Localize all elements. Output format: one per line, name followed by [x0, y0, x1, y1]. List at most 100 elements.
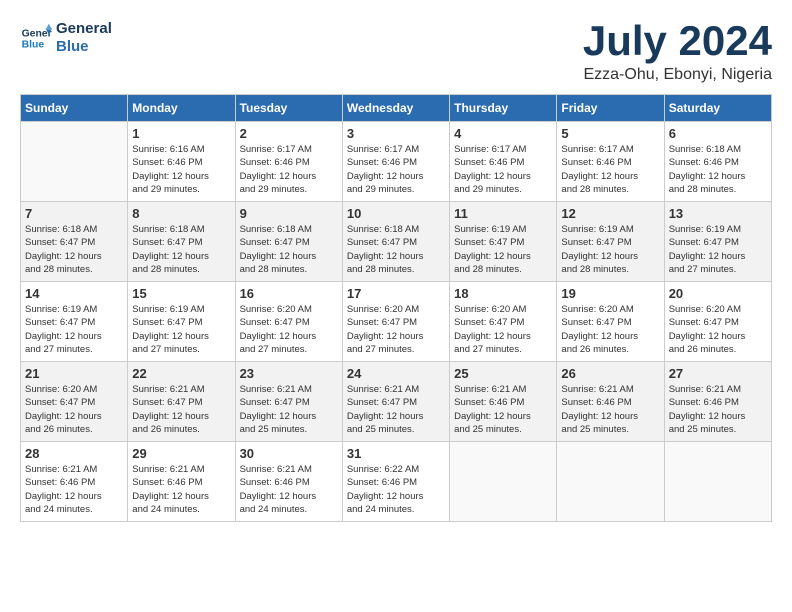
day-number: 27: [669, 366, 767, 381]
day-info: Sunrise: 6:19 AMSunset: 6:47 PMDaylight:…: [25, 303, 123, 356]
calendar-cell: 30Sunrise: 6:21 AMSunset: 6:46 PMDayligh…: [235, 442, 342, 522]
calendar-cell: 6Sunrise: 6:18 AMSunset: 6:46 PMDaylight…: [664, 122, 771, 202]
day-number: 16: [240, 286, 338, 301]
calendar-cell: 17 Sunrise: 6:20 AMSunset: 6:47 PMDayligh…: [342, 282, 449, 362]
calendar-cell: 20 Sunrise: 6:20 AMSunset: 6:47 PMDayligh…: [664, 282, 771, 362]
day-info: Sunrise: 6:21 AMSunset: 6:47 PMDaylight:…: [347, 383, 445, 436]
day-number: 30: [240, 446, 338, 461]
weekday-header-monday: Monday: [128, 95, 235, 122]
day-info: Sunrise: 6:20 AMSunset: 6:47 PMDaylight:…: [561, 303, 659, 356]
weekday-header-tuesday: Tuesday: [235, 95, 342, 122]
calendar-cell: 4Sunrise: 6:17 AMSunset: 6:46 PMDaylight…: [450, 122, 557, 202]
logo-line2: Blue: [56, 38, 112, 56]
day-number: 18: [454, 286, 552, 301]
calendar-cell: [21, 122, 128, 202]
calendar-cell: 27 Sunrise: 6:21 AMSunset: 6:46 PMDayligh…: [664, 362, 771, 442]
calendar-cell: 2Sunrise: 6:17 AMSunset: 6:46 PMDaylight…: [235, 122, 342, 202]
day-info: Sunrise: 6:20 AMSunset: 6:47 PMDaylight:…: [240, 303, 338, 356]
calendar-row-4: 28 Sunrise: 6:21 AMSunset: 6:46 PMDayligh…: [21, 442, 772, 522]
day-info: Sunrise: 6:16 AMSunset: 6:46 PMDaylight:…: [132, 143, 230, 196]
weekday-header-row: SundayMondayTuesdayWednesdayThursdayFrid…: [21, 95, 772, 122]
calendar-table: SundayMondayTuesdayWednesdayThursdayFrid…: [20, 94, 772, 522]
day-number: 20: [669, 286, 767, 301]
calendar-cell: 9Sunrise: 6:18 AMSunset: 6:47 PMDaylight…: [235, 202, 342, 282]
day-info: Sunrise: 6:20 AMSunset: 6:47 PMDaylight:…: [669, 303, 767, 356]
calendar-cell: 7 Sunrise: 6:18 AMSunset: 6:47 PMDaylight…: [21, 202, 128, 282]
day-number: 7: [25, 206, 123, 221]
calendar-cell: 11 Sunrise: 6:19 AMSunset: 6:47 PMDayligh…: [450, 202, 557, 282]
calendar-cell: [557, 442, 664, 522]
calendar-cell: [450, 442, 557, 522]
day-info: Sunrise: 6:19 AMSunset: 6:47 PMDaylight:…: [561, 223, 659, 276]
day-info: Sunrise: 6:21 AMSunset: 6:46 PMDaylight:…: [561, 383, 659, 436]
calendar-cell: 21 Sunrise: 6:20 AMSunset: 6:47 PMDayligh…: [21, 362, 128, 442]
calendar-cell: 18 Sunrise: 6:20 AMSunset: 6:47 PMDayligh…: [450, 282, 557, 362]
day-info: Sunrise: 6:21 AMSunset: 6:46 PMDaylight:…: [25, 463, 123, 516]
day-info: Sunrise: 6:20 AMSunset: 6:47 PMDaylight:…: [347, 303, 445, 356]
day-number: 6: [669, 126, 767, 141]
day-number: 14: [25, 286, 123, 301]
calendar-cell: 10Sunrise: 6:18 AMSunset: 6:47 PMDayligh…: [342, 202, 449, 282]
day-info: Sunrise: 6:21 AMSunset: 6:46 PMDaylight:…: [454, 383, 552, 436]
calendar-row-2: 14 Sunrise: 6:19 AMSunset: 6:47 PMDayligh…: [21, 282, 772, 362]
header: General Blue General Blue July 2024 Ezza…: [20, 20, 772, 84]
day-info: Sunrise: 6:19 AMSunset: 6:47 PMDaylight:…: [669, 223, 767, 276]
calendar-cell: 3Sunrise: 6:17 AMSunset: 6:46 PMDaylight…: [342, 122, 449, 202]
day-info: Sunrise: 6:18 AMSunset: 6:47 PMDaylight:…: [25, 223, 123, 276]
day-number: 22: [132, 366, 230, 381]
svg-text:Blue: Blue: [22, 40, 45, 51]
calendar-cell: 25Sunrise: 6:21 AMSunset: 6:46 PMDayligh…: [450, 362, 557, 442]
day-number: 21: [25, 366, 123, 381]
calendar-cell: 1 Sunrise: 6:16 AMSunset: 6:46 PMDaylight…: [128, 122, 235, 202]
calendar-cell: 15Sunrise: 6:19 AMSunset: 6:47 PMDayligh…: [128, 282, 235, 362]
calendar-cell: 12 Sunrise: 6:19 AMSunset: 6:47 PMDayligh…: [557, 202, 664, 282]
weekday-header-saturday: Saturday: [664, 95, 771, 122]
calendar-cell: 26 Sunrise: 6:21 AMSunset: 6:46 PMDayligh…: [557, 362, 664, 442]
calendar-cell: 8 Sunrise: 6:18 AMSunset: 6:47 PMDaylight…: [128, 202, 235, 282]
day-info: Sunrise: 6:18 AMSunset: 6:47 PMDaylight:…: [132, 223, 230, 276]
day-number: 11: [454, 206, 552, 221]
day-info: Sunrise: 6:21 AMSunset: 6:47 PMDaylight:…: [132, 383, 230, 436]
calendar-cell: 22 Sunrise: 6:21 AMSunset: 6:47 PMDayligh…: [128, 362, 235, 442]
day-number: 5: [561, 126, 659, 141]
day-info: Sunrise: 6:21 AMSunset: 6:46 PMDaylight:…: [669, 383, 767, 436]
day-info: Sunrise: 6:20 AMSunset: 6:47 PMDaylight:…: [454, 303, 552, 356]
day-number: 31: [347, 446, 445, 461]
weekday-header-friday: Friday: [557, 95, 664, 122]
day-number: 19: [561, 286, 659, 301]
day-number: 28: [25, 446, 123, 461]
day-number: 9: [240, 206, 338, 221]
day-number: 23: [240, 366, 338, 381]
day-number: 12: [561, 206, 659, 221]
calendar-cell: 19 Sunrise: 6:20 AMSunset: 6:47 PMDayligh…: [557, 282, 664, 362]
calendar-row-1: 7 Sunrise: 6:18 AMSunset: 6:47 PMDaylight…: [21, 202, 772, 282]
location-title: Ezza-Ohu, Ebonyi, Nigeria: [583, 66, 772, 84]
calendar-cell: 29Sunrise: 6:21 AMSunset: 6:46 PMDayligh…: [128, 442, 235, 522]
calendar-cell: 23 Sunrise: 6:21 AMSunset: 6:47 PMDayligh…: [235, 362, 342, 442]
day-number: 17: [347, 286, 445, 301]
day-number: 24: [347, 366, 445, 381]
day-info: Sunrise: 6:17 AMSunset: 6:46 PMDaylight:…: [240, 143, 338, 196]
day-info: Sunrise: 6:21 AMSunset: 6:46 PMDaylight:…: [132, 463, 230, 516]
calendar-cell: 28 Sunrise: 6:21 AMSunset: 6:46 PMDayligh…: [21, 442, 128, 522]
day-number: 3: [347, 126, 445, 141]
day-info: Sunrise: 6:17 AMSunset: 6:46 PMDaylight:…: [561, 143, 659, 196]
logo-text: General Blue: [56, 20, 112, 56]
day-info: Sunrise: 6:19 AMSunset: 6:47 PMDaylight:…: [132, 303, 230, 356]
day-number: 1: [132, 126, 230, 141]
calendar-cell: 24 Sunrise: 6:21 AMSunset: 6:47 PMDayligh…: [342, 362, 449, 442]
day-info: Sunrise: 6:19 AMSunset: 6:47 PMDaylight:…: [454, 223, 552, 276]
calendar-row-0: 1 Sunrise: 6:16 AMSunset: 6:46 PMDaylight…: [21, 122, 772, 202]
day-number: 26: [561, 366, 659, 381]
day-number: 10: [347, 206, 445, 221]
calendar-cell: 5 Sunrise: 6:17 AMSunset: 6:46 PMDaylight…: [557, 122, 664, 202]
day-info: Sunrise: 6:20 AMSunset: 6:47 PMDaylight:…: [25, 383, 123, 436]
logo-icon: General Blue: [20, 22, 52, 54]
logo: General Blue General Blue: [20, 20, 112, 56]
weekday-header-thursday: Thursday: [450, 95, 557, 122]
day-number: 8: [132, 206, 230, 221]
calendar-cell: 31Sunrise: 6:22 AMSunset: 6:46 PMDayligh…: [342, 442, 449, 522]
day-info: Sunrise: 6:17 AMSunset: 6:46 PMDaylight:…: [454, 143, 552, 196]
day-info: Sunrise: 6:21 AMSunset: 6:47 PMDaylight:…: [240, 383, 338, 436]
month-title: July 2024: [583, 20, 772, 62]
